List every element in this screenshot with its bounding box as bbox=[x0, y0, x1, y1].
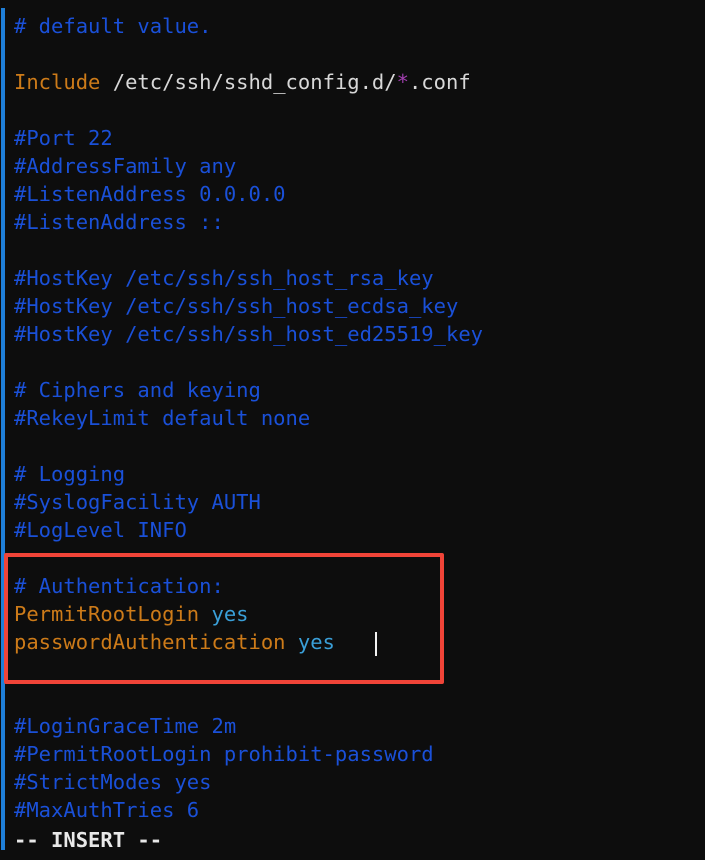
editor-line[interactable] bbox=[14, 656, 704, 684]
editor-line[interactable]: #AddressFamily any bbox=[14, 152, 704, 180]
terminal-left-edge-accent bbox=[1, 8, 5, 850]
editor-line[interactable]: Include /etc/ssh/sshd_config.d/*.conf bbox=[14, 68, 704, 96]
editor-line[interactable] bbox=[14, 684, 704, 712]
editor-line[interactable]: #HostKey /etc/ssh/ssh_host_rsa_key bbox=[14, 264, 704, 292]
line-segment-cmt: #AddressFamily any bbox=[14, 154, 237, 178]
line-segment-cmt: # default value. bbox=[14, 14, 212, 38]
line-segment-path: /etc/ssh/sshd_config.d/ bbox=[112, 70, 397, 94]
editor-line[interactable] bbox=[14, 40, 704, 68]
line-segment-cmt: # Authentication: bbox=[14, 574, 224, 598]
editor-line[interactable]: #LoginGraceTime 2m bbox=[14, 712, 704, 740]
editor-line[interactable]: #HostKey /etc/ssh/ssh_host_ecdsa_key bbox=[14, 292, 704, 320]
editor-line[interactable]: #StrictModes yes bbox=[14, 768, 704, 796]
editor-line[interactable] bbox=[14, 544, 704, 572]
line-segment-path: .conf bbox=[408, 70, 471, 94]
editor-line[interactable]: #MaxAuthTries 6 bbox=[14, 796, 704, 824]
editor-line[interactable] bbox=[14, 348, 704, 376]
editor-line[interactable]: #LogLevel INFO bbox=[14, 516, 704, 544]
line-segment-cmt: #HostKey /etc/ssh/ssh_host_ed25519_key bbox=[14, 322, 483, 346]
line-segment-cmt: #StrictModes yes bbox=[14, 770, 212, 794]
editor-line[interactable]: #ListenAddress 0.0.0.0 bbox=[14, 180, 704, 208]
editor-line[interactable]: # Ciphers and keying bbox=[14, 376, 704, 404]
line-segment-cmt: #ListenAddress 0.0.0.0 bbox=[14, 182, 286, 206]
editor-line[interactable]: passwordAuthentication yes bbox=[14, 628, 704, 656]
line-segment-cmt: # Logging bbox=[14, 462, 126, 486]
text-cursor bbox=[375, 632, 377, 656]
line-segment-cmt: #HostKey /etc/ssh/ssh_host_rsa_key bbox=[14, 266, 434, 290]
line-segment-kw: passwordAuthentication bbox=[14, 630, 298, 654]
editor-line[interactable]: # Authentication: bbox=[14, 572, 704, 600]
editor-line[interactable]: #Port 22 bbox=[14, 124, 704, 152]
editor-line[interactable]: # Logging bbox=[14, 460, 704, 488]
line-segment-cmt: #RekeyLimit default none bbox=[14, 406, 311, 430]
editor-line[interactable] bbox=[14, 236, 704, 264]
editor-line[interactable]: # default value. bbox=[14, 12, 704, 40]
line-segment-cmt: #MaxAuthTries 6 bbox=[14, 798, 200, 822]
line-segment-cmt: #PermitRootLogin prohibit-password bbox=[14, 742, 434, 766]
line-segment-cmt: #LoginGraceTime 2m bbox=[14, 714, 237, 738]
line-segment-glob: * bbox=[396, 70, 409, 94]
line-segment-kw: PermitRootLogin bbox=[14, 602, 212, 626]
editor-line[interactable]: PermitRootLogin yes bbox=[14, 600, 704, 628]
editor-line[interactable]: #PermitRootLogin prohibit-password bbox=[14, 740, 704, 768]
line-segment-cmt: #ListenAddress :: bbox=[14, 210, 224, 234]
line-segment-cmt: #SyslogFacility AUTH bbox=[14, 490, 261, 514]
editor-line[interactable] bbox=[14, 432, 704, 460]
line-segment-val: yes bbox=[297, 630, 335, 654]
editor-line[interactable]: #HostKey /etc/ssh/ssh_host_ed25519_key bbox=[14, 320, 704, 348]
editor-line[interactable] bbox=[14, 96, 704, 124]
editor-line[interactable]: #ListenAddress :: bbox=[14, 208, 704, 236]
editor-text-buffer[interactable]: # default value. Include /etc/ssh/sshd_c… bbox=[14, 12, 704, 824]
editor-line[interactable]: #SyslogFacility AUTH bbox=[14, 488, 704, 516]
line-segment-cmt: #HostKey /etc/ssh/ssh_host_ecdsa_key bbox=[14, 294, 459, 318]
line-segment-cmt: # Ciphers and keying bbox=[14, 378, 261, 402]
vim-status-line: -- INSERT -- bbox=[14, 828, 163, 852]
line-segment-val: yes bbox=[211, 602, 249, 626]
line-segment-cmt: #LogLevel INFO bbox=[14, 518, 187, 542]
line-segment-kw: Include bbox=[14, 70, 113, 94]
line-segment-cmt: #Port 22 bbox=[14, 126, 113, 150]
editor-line[interactable]: #RekeyLimit default none bbox=[14, 404, 704, 432]
terminal-window: # default value. Include /etc/ssh/sshd_c… bbox=[0, 0, 705, 860]
